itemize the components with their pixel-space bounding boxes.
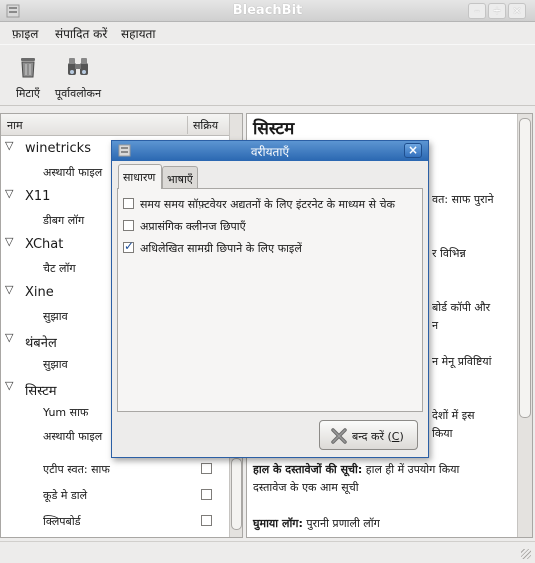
option-label: समय समय सॉफ़्टवेयर अद्यतनों के लिए इंटरन… — [140, 198, 395, 211]
tree-row-label: Yum साफ — [43, 406, 89, 419]
tree-row-label: सिस्टम — [25, 384, 57, 399]
tree-row-label: Xine — [25, 285, 54, 300]
tree-row[interactable]: एटीप स्वत: साफ — [1, 457, 229, 481]
column-separator — [187, 116, 188, 134]
minimize-button[interactable]: – — [468, 3, 486, 19]
recent-docs-line: हाल के दस्तावेजों की सूची: हाल ही में उप… — [253, 462, 459, 477]
details-heading: सिस्टम — [253, 119, 295, 139]
dialog-close-button[interactable]: × — [404, 143, 422, 158]
option-overwrite-files[interactable]: अधिलेखित सामग्री छिपाने के लिए फाइलें — [123, 239, 423, 257]
tree-header: नाम सक्रिय — [1, 114, 229, 136]
tree-row-label: सुझाव — [43, 310, 68, 323]
details-text: देशों में इस — [432, 409, 475, 422]
active-checkbox[interactable] — [201, 515, 212, 526]
menu-file[interactable]: फ़ाइल — [12, 25, 38, 42]
option-hide-irrelevant[interactable]: अप्रासंगिक क्लीनज छिपाएँ — [123, 217, 423, 235]
trash-icon — [21, 58, 35, 78]
statusbar — [0, 541, 535, 563]
expander-icon[interactable]: ▽ — [5, 283, 13, 296]
option-check-updates[interactable]: समय समय सॉफ़्टवेयर अद्यतनों के लिए इंटरन… — [123, 195, 423, 213]
window-close-button[interactable]: × — [508, 3, 526, 19]
checkbox[interactable] — [123, 220, 134, 231]
rotated-logs-line: घुमाया लॉग: पुरानी प्रणाली लॉग — [253, 516, 380, 531]
expander-icon[interactable]: ▽ — [5, 139, 13, 152]
tree-row-label: अस्थायी फाइल — [43, 430, 103, 443]
resize-grip[interactable] — [521, 549, 531, 559]
delete-button[interactable]: मिटाएँ — [10, 55, 46, 101]
window-titlebar: BleachBit – + × — [0, 0, 535, 22]
details-text: वत: साफ पुराने — [432, 193, 494, 206]
tab-general[interactable]: साधारण — [118, 164, 162, 189]
tree-row[interactable]: कूडे मे डाले — [1, 483, 229, 507]
details-text: र विभिन्न — [432, 247, 466, 260]
checkbox-checked[interactable] — [123, 239, 134, 253]
toolbar: मिटाएँ पूर्वावलोकन — [0, 44, 535, 106]
recent-docs-text: हाल ही में उपयोग किया — [365, 463, 460, 476]
menu-help[interactable]: सहायता — [121, 25, 156, 42]
recent-docs-title: हाल के दस्तावेजों की सूची: — [253, 463, 363, 476]
preview-label: पूर्वावलोकन — [54, 87, 102, 100]
expander-icon[interactable]: ▽ — [5, 379, 13, 392]
expander-icon[interactable]: ▽ — [5, 331, 13, 344]
delete-label: मिटाएँ — [16, 87, 40, 100]
maximize-button[interactable]: + — [488, 3, 506, 19]
expander-icon[interactable]: ▽ — [5, 187, 13, 200]
preferences-dialog: वरीयताएँ × साधारण भाषाएँ समय समय सॉफ़्टव… — [111, 140, 429, 458]
menubar: फ़ाइल संपादित करें सहायता — [0, 22, 535, 44]
close-icon — [331, 428, 347, 444]
tree-scrollbar-thumb[interactable] — [231, 458, 242, 530]
preview-button[interactable]: पूर्वावलोकन — [52, 55, 104, 101]
active-checkbox[interactable] — [201, 489, 212, 500]
details-scrollbar-thumb[interactable] — [519, 118, 531, 418]
tree-row-label: XChat — [25, 237, 64, 252]
close-button[interactable]: बन्द करें (C) — [319, 420, 418, 450]
active-checkbox[interactable] — [201, 463, 212, 474]
tab-panel: समय समय सॉफ़्टवेयर अद्यतनों के लिए इंटरन… — [117, 188, 423, 412]
rotated-logs-text: पुरानी प्रणाली लॉग — [306, 517, 380, 530]
recent-docs-text-2: दस्तावेज के एक आम सूची — [253, 481, 359, 494]
tree-row-label: क्लिपबोर्ड — [43, 515, 81, 528]
binoculars-icon — [68, 58, 88, 75]
tree-row-label: अस्थायी फाइल — [43, 166, 103, 179]
tree-row-label: चैट लॉग — [43, 262, 76, 275]
expander-icon[interactable]: ▽ — [5, 235, 13, 248]
dialog-titlebar: वरीयताएँ × — [112, 141, 428, 161]
dialog-title: वरीयताएँ — [250, 145, 290, 159]
tree-row-label: winetricks — [25, 141, 91, 156]
tree-row-label: सुझाव — [43, 358, 68, 371]
column-name[interactable]: नाम — [7, 118, 23, 133]
menu-edit[interactable]: संपादित करें — [55, 25, 107, 42]
tree-row-label: कूडे मे डाले — [43, 489, 88, 502]
tree-row-label: डीबग लॉग — [43, 214, 85, 227]
tab-languages[interactable]: भाषाएँ — [162, 166, 198, 188]
details-scrollbar[interactable] — [517, 114, 532, 537]
tree-row-label: X11 — [25, 189, 51, 204]
tree-row-label: थंबनेल — [25, 336, 57, 351]
details-text: बोर्ड कॉपी और — [432, 301, 491, 314]
option-label: अधिलेखित सामग्री छिपाने के लिए फाइलें — [140, 242, 302, 255]
column-active[interactable]: सक्रिय — [193, 118, 218, 133]
details-text: न मेनू प्रविष्टियां — [432, 355, 492, 368]
details-text: किया — [432, 427, 453, 440]
tree-row[interactable]: क्लिपबोर्ड — [1, 509, 229, 533]
checkbox[interactable] — [123, 198, 134, 209]
rotated-logs-title: घुमाया लॉग: — [253, 517, 303, 530]
option-label: अप्रासंगिक क्लीनज छिपाएँ — [140, 220, 246, 233]
tree-row-label: एटीप स्वत: साफ — [43, 463, 110, 476]
window-title: BleachBit — [232, 3, 303, 18]
details-text: न — [432, 319, 439, 332]
close-button-label: बन्द करें (C) — [352, 430, 404, 443]
